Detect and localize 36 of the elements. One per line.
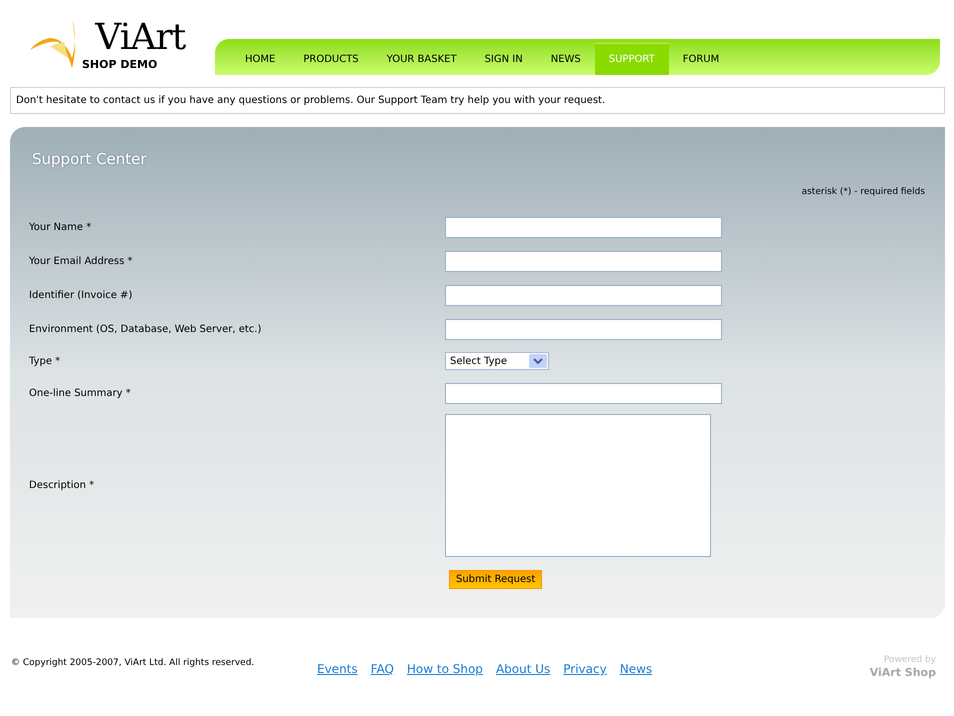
- footer-link[interactable]: FAQ: [370, 660, 394, 678]
- nav-tab[interactable]: PRODUCTS: [289, 43, 373, 75]
- powered-by-brand: ViArt Shop: [870, 666, 936, 680]
- footer-link[interactable]: How to Shop: [406, 660, 483, 678]
- submit-button[interactable]: Submit Request: [449, 570, 542, 589]
- powered-by-text: Powered by: [884, 654, 936, 666]
- footer-link[interactable]: Events: [317, 660, 358, 678]
- input-field[interactable]: [445, 250, 722, 272]
- description-textarea[interactable]: [445, 414, 711, 556]
- nav-tab[interactable]: HOME: [231, 43, 290, 75]
- field-label: Your Name *: [29, 220, 92, 234]
- footer-link[interactable]: About Us: [496, 660, 550, 678]
- panel-title: Support Center: [32, 149, 147, 170]
- input-field[interactable]: [445, 216, 722, 238]
- nav-tab[interactable]: YOUR BASKET: [372, 43, 471, 75]
- field-label: One-line Summary *: [29, 386, 132, 400]
- footer-link[interactable]: News: [620, 660, 652, 678]
- field-label: Environment (OS, Database, Web Server, etc.): [29, 322, 262, 336]
- field-label: Identifier (Invoice #): [29, 288, 134, 302]
- logo-wordmark: ViArt: [95, 18, 186, 58]
- logo-subtitle: SHOP DEMO: [82, 58, 158, 72]
- field-label: Your Email Address *: [29, 254, 134, 268]
- nav-tab[interactable]: FORUM: [668, 43, 734, 75]
- nav-tab[interactable]: NEWS: [536, 43, 595, 75]
- footer-link[interactable]: Privacy: [563, 660, 607, 678]
- chevron-down-icon: [529, 354, 547, 368]
- input-field[interactable]: [445, 318, 722, 340]
- input-field[interactable]: [445, 382, 722, 404]
- required-note: asterisk (*) - required fields: [802, 186, 925, 199]
- field-label: Type *: [29, 354, 62, 368]
- notice-text: Don't hesitate to contact us if you have any questions or problems. Our Support Team try help you with your request.: [10, 87, 945, 114]
- copyright-text: © Copyright 2005-2007, ViArt Ltd. All rights reserved.: [11, 657, 256, 670]
- input-field[interactable]: [445, 284, 722, 306]
- type-dropdown[interactable]: Select Type: [445, 352, 549, 370]
- field-label: Description *: [29, 478, 96, 492]
- nav-tab[interactable]: SIGN IN: [470, 43, 537, 75]
